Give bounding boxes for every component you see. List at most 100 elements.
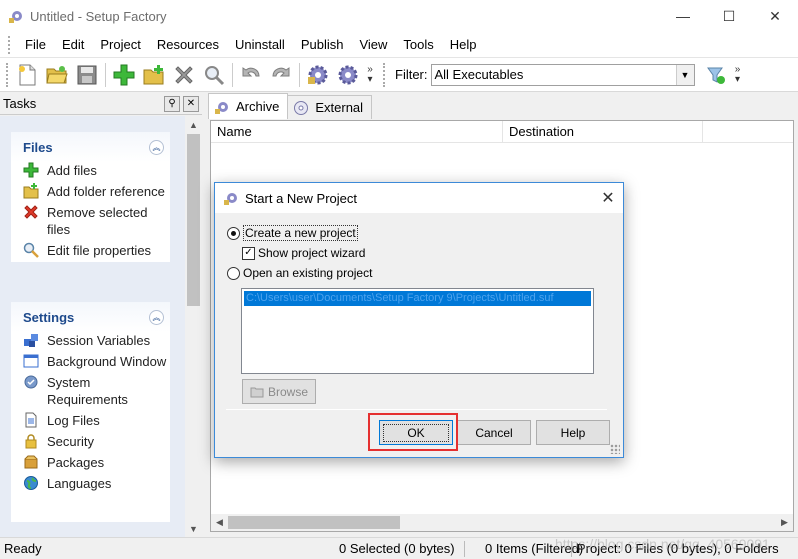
help-label: Help [560,425,586,440]
scroll-up-arrow-icon[interactable]: ▲ [185,116,202,133]
tasks-vertical-scrollbar[interactable]: ▲ ▼ [185,116,202,537]
tab-label: External [315,100,364,115]
file-properties-button[interactable] [201,62,227,88]
external-cd-icon [294,100,309,115]
menu-view[interactable]: View [351,32,395,58]
maximize-button[interactable]: ☐ [706,0,752,32]
create-new-project-option[interactable]: Create a new project [227,225,358,241]
menu-edit[interactable]: Edit [54,32,92,58]
task-remove-selected-files[interactable]: Remove selected files [11,204,170,238]
radio-unselected[interactable] [227,266,240,280]
scroll-thumb[interactable] [228,516,400,529]
dialog-close-icon[interactable]: ✕ [593,188,623,208]
menu-uninstall[interactable]: Uninstall [227,32,293,58]
task-session-variables[interactable]: Session Variables [11,332,170,349]
task-system-requirements[interactable]: System Requirements [11,374,170,408]
collapse-chevron-icon[interactable]: ︽ [149,139,164,155]
new-project-button[interactable] [14,62,40,88]
filter-dropdown[interactable]: All Executables ▼ [430,63,695,86]
list-horizontal-scrollbar[interactable]: ◀ ▶ [211,514,793,531]
close-window-button[interactable]: ✕ [752,0,798,32]
checkmark-icon[interactable]: ✓ [242,246,255,260]
scroll-left-arrow-icon[interactable]: ◀ [211,514,228,531]
red-x-icon [24,205,38,219]
pin-icon[interactable]: ⚲ [164,95,180,112]
toolbar-overflow-button[interactable]: » ▾ [365,63,375,85]
files-panel-header[interactable]: Files ︽ [11,132,170,162]
window-title: Untitled - Setup Factory [30,8,167,24]
minimize-button[interactable]: — [660,0,706,32]
undo-button[interactable] [238,62,264,88]
tab-external[interactable]: External [287,95,373,119]
task-edit-file-properties[interactable]: Edit file properties [11,242,170,259]
open-existing-project-option[interactable]: Open an existing project [227,266,372,280]
tasks-header: Tasks ⚲ ✕ [0,93,202,115]
menu-publish[interactable]: Publish [293,32,352,58]
filter-funnel-icon [706,67,725,84]
task-label: Packages [47,455,105,470]
files-panel-title: Files [23,139,53,155]
browse-button[interactable]: Browse [242,379,316,404]
add-files-button[interactable] [111,62,137,88]
recent-projects-list[interactable]: C:\Users\user\Documents\Setup Factory 9\… [241,288,594,374]
redo-icon [272,66,290,76]
scroll-right-arrow-icon[interactable]: ▶ [776,514,793,531]
task-log-files[interactable]: Log Files [11,412,170,429]
task-label: Add files [47,163,97,178]
task-label: Edit file properties [47,243,152,258]
publish-button[interactable] [335,62,361,88]
menu-resources[interactable]: Resources [149,32,227,58]
save-disk-icon [77,65,97,84]
menu-grip[interactable] [8,35,11,54]
tab-archive[interactable]: Archive [208,93,289,119]
menu-tools[interactable]: Tools [395,32,441,58]
column-header-destination[interactable]: Destination [503,121,703,142]
watermark: https://blog.csdn.net/qq_40569091 [555,536,770,552]
filter-value: All Executables [434,67,524,82]
title-bar: Untitled - Setup Factory — ☐ ✕ [0,0,798,32]
filter-toolbar-grip[interactable] [383,62,386,87]
open-project-button[interactable] [44,62,70,88]
collapse-chevron-icon[interactable]: ︽ [149,309,164,325]
overflow-chevron-icon: » [734,63,741,75]
remove-files-button[interactable] [171,62,197,88]
task-add-files[interactable]: Add files [11,162,170,179]
filter-overflow-button[interactable]: » ▾ [733,63,743,85]
task-languages[interactable]: Languages [11,475,170,492]
menu-file[interactable]: File [17,32,54,58]
task-packages[interactable]: Packages [11,454,170,471]
save-project-button[interactable] [74,62,100,88]
toolbar-grip[interactable] [6,62,9,87]
help-button[interactable]: Help [536,420,610,445]
add-folder-icon [23,183,39,199]
build-button[interactable] [305,62,331,88]
task-add-folder-reference[interactable]: Add folder reference [11,183,170,200]
scroll-thumb[interactable] [187,134,200,306]
browse-folder-icon [250,387,264,397]
list-item[interactable]: C:\Users\user\Documents\Setup Factory 9\… [244,291,591,306]
close-pane-icon[interactable]: ✕ [183,95,199,112]
package-icon [24,455,38,469]
cancel-label: Cancel [475,425,513,440]
radio-selected[interactable] [227,226,240,240]
resize-grip-icon[interactable] [610,444,620,454]
status-selected: 0 Selected (0 bytes) [339,541,455,556]
settings-panel-header[interactable]: Settings ︽ [11,302,170,332]
chevron-down-icon[interactable]: ▼ [675,64,694,85]
overflow-chevron-icon: » [367,63,373,75]
task-security[interactable]: Security [11,433,170,450]
option-label: Create a new project [243,225,358,241]
add-folder-button[interactable] [141,62,167,88]
column-header-name[interactable]: Name [211,121,503,142]
menu-help[interactable]: Help [442,32,485,58]
redo-button[interactable] [268,62,294,88]
window-icon [23,354,39,368]
task-background-window[interactable]: Background Window [11,353,170,370]
toolbar-separator [105,62,106,87]
task-label: Log Files [47,413,100,428]
show-wizard-option[interactable]: ✓ Show project wizard [242,246,365,260]
scroll-down-arrow-icon[interactable]: ▼ [185,520,202,537]
cancel-button[interactable]: Cancel [457,420,531,445]
filter-settings-button[interactable] [703,62,729,88]
menu-project[interactable]: Project [92,32,148,58]
